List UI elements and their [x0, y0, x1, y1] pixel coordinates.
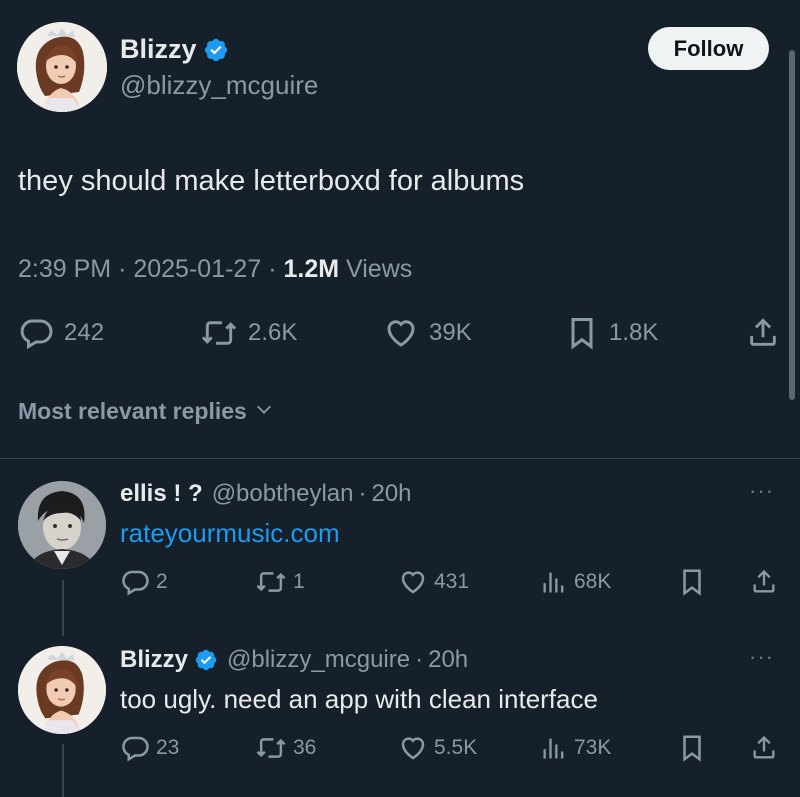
repost-count: 2.6K: [248, 319, 298, 346]
bookmark-button[interactable]: [678, 733, 706, 763]
reply-button[interactable]: 242: [18, 315, 104, 351]
reply-author-name[interactable]: ellis ! ?: [120, 480, 203, 508]
tweet-detail-page: Blizzy @blizzy_mcguire Follow they shoul…: [0, 0, 800, 797]
reply-header: ellis ! ? @bobtheylan · 20h: [120, 480, 412, 508]
more-icon[interactable]: ···: [749, 478, 774, 504]
bookmark-button[interactable]: 1.8K: [565, 315, 658, 351]
views-count: 73K: [574, 736, 612, 759]
author-name[interactable]: Blizzy: [120, 34, 197, 65]
reply-button[interactable]: 2: [120, 567, 168, 597]
bookmark-button[interactable]: [678, 567, 706, 597]
author-avatar[interactable]: [17, 22, 107, 112]
bookmark-icon: [678, 567, 706, 597]
time-separator: ·: [415, 646, 424, 673]
reply-header: Blizzy @blizzy_mcguire · 20h: [120, 646, 468, 674]
reply-author-name[interactable]: Blizzy: [120, 646, 188, 674]
reply-icon: [18, 315, 54, 351]
like-button[interactable]: 5.5K: [398, 733, 477, 763]
tweet-text: they should make letterboxd for albums: [18, 165, 525, 197]
verified-badge-icon: [194, 648, 218, 672]
tweet-date[interactable]: 2025-01-27: [133, 255, 261, 283]
views-button[interactable]: 68K: [540, 567, 611, 597]
views-button[interactable]: 73K: [540, 733, 611, 763]
tweet-time[interactable]: 2:39 PM: [18, 255, 111, 283]
like-count: 5.5K: [434, 736, 478, 759]
reply-time[interactable]: 20h: [371, 480, 411, 508]
sort-replies-dropdown[interactable]: Most relevant replies: [18, 398, 275, 425]
chevron-down-icon: [253, 398, 275, 425]
like-button[interactable]: 39K: [383, 315, 472, 351]
repost-count: 36: [293, 736, 317, 759]
views-count: 68K: [574, 570, 612, 593]
share-button[interactable]: [750, 567, 778, 597]
like-count: 431: [434, 570, 470, 593]
reply-icon: [120, 733, 150, 763]
bookmark-count: 1.8K: [609, 319, 659, 346]
reply-count: 23: [156, 736, 180, 759]
reply-link[interactable]: rateyourmusic.com: [120, 518, 340, 549]
follow-button[interactable]: Follow: [648, 27, 769, 70]
repost-button[interactable]: 36: [255, 733, 316, 763]
author-handle[interactable]: @blizzy_mcguire: [120, 70, 318, 101]
reply-count: 2: [156, 570, 168, 593]
more-icon[interactable]: ···: [749, 644, 774, 670]
repost-icon: [200, 315, 238, 351]
like-button[interactable]: 431: [398, 567, 469, 597]
repost-icon: [255, 567, 287, 597]
bookmark-icon: [565, 315, 599, 351]
share-button[interactable]: [750, 733, 778, 763]
share-icon: [750, 567, 778, 597]
sort-label: Most relevant replies: [18, 398, 247, 424]
reply-avatar[interactable]: [18, 481, 106, 569]
author-name-row: Blizzy: [120, 34, 229, 65]
scrollbar[interactable]: [789, 50, 795, 400]
time-separator: ·: [358, 480, 367, 507]
like-count: 39K: [429, 319, 472, 346]
views-icon: [540, 733, 568, 763]
reply-count: 242: [64, 319, 105, 346]
repost-count: 1: [293, 570, 305, 593]
reply-icon: [120, 567, 150, 597]
reply-avatar[interactable]: [18, 646, 106, 734]
reply-time[interactable]: 20h: [428, 646, 468, 674]
views-label: Views: [346, 255, 413, 283]
views-icon: [540, 567, 568, 597]
meta-separator: ·: [118, 255, 127, 283]
like-icon: [383, 315, 419, 351]
meta-separator: ·: [268, 255, 277, 283]
reply-author-handle[interactable]: @bobtheylan: [212, 480, 354, 508]
repost-icon: [255, 733, 287, 763]
reply-author-handle[interactable]: @blizzy_mcguire: [227, 646, 410, 674]
reply-button[interactable]: 23: [120, 733, 179, 763]
share-button[interactable]: [746, 315, 780, 351]
like-icon: [398, 733, 428, 763]
repost-button[interactable]: 1: [255, 567, 305, 597]
divider: [0, 458, 800, 459]
repost-button[interactable]: 2.6K: [200, 315, 297, 351]
tweet-meta: 2:39 PM · 2025-01-27 · 1.2M Views: [18, 255, 412, 284]
like-icon: [398, 567, 428, 597]
thread-line: [62, 580, 64, 636]
thread-line: [62, 744, 64, 797]
share-icon: [746, 315, 780, 351]
share-icon: [750, 733, 778, 763]
views-count: 1.2M: [283, 255, 340, 283]
reply-text: too ugly. need an app with clean interfa…: [120, 684, 598, 714]
verified-badge-icon: [203, 37, 229, 63]
bookmark-icon: [678, 733, 706, 763]
